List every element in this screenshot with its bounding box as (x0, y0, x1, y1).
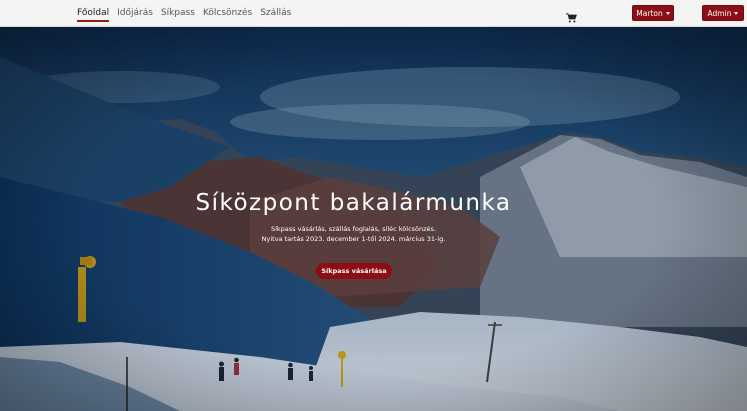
nav-link-accommodation[interactable]: Szállás (260, 0, 291, 27)
hero-subtitle-line1: Síkpass vásárlás, szállás foglalás, sílé… (270, 225, 436, 233)
nav-link-home[interactable]: Főoldal (77, 0, 110, 27)
nav-link-skipass[interactable]: Síkpass (161, 0, 195, 27)
user-dropdown-button[interactable]: Marton (632, 5, 674, 21)
caret-down-icon (734, 11, 739, 15)
admin-dropdown-label: Admin (707, 8, 732, 18)
caret-down-icon (665, 11, 670, 15)
mountain-background-image (0, 27, 747, 411)
top-navbar: Főoldal Időjárás Síkpass Kölcsönzés Szál… (0, 0, 747, 27)
hero-title: Síközpont bakalármunka (195, 190, 512, 216)
hero-subtitle-line2: Nyitva tartás 2023. december 1-től 2024.… (261, 235, 446, 243)
shopping-cart-icon[interactable] (566, 8, 577, 23)
admin-dropdown-button[interactable]: Admin (702, 5, 744, 21)
hero-section: Síközpont bakalármunka Síkpass vásárlás,… (0, 27, 747, 411)
nav-link-weather[interactable]: Időjárás (117, 0, 153, 27)
nav-links: Főoldal Időjárás Síkpass Kölcsönzés Szál… (77, 0, 291, 27)
buy-skipass-button[interactable]: Síkpass vásárlása (316, 263, 392, 279)
user-dropdown-label: Marton (636, 8, 663, 18)
nav-link-rental[interactable]: Kölcsönzés (203, 0, 252, 27)
